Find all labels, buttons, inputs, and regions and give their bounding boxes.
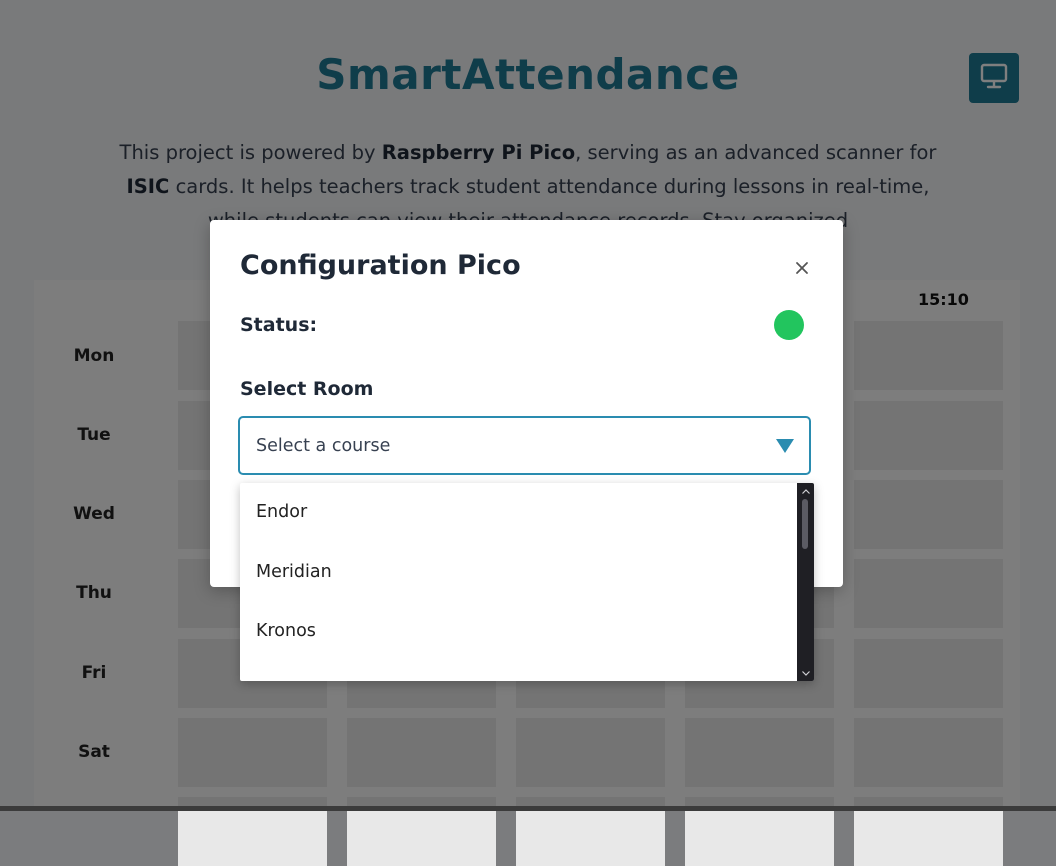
select-room-label: Select Room: [240, 378, 374, 400]
caret-down-icon: [776, 439, 794, 458]
modal-title: Configuration Pico: [240, 250, 521, 281]
dropdown-scrollbar[interactable]: [797, 483, 814, 681]
scroll-down-icon[interactable]: [800, 668, 811, 678]
close-icon: [795, 261, 809, 280]
close-button[interactable]: [790, 258, 814, 282]
dropdown-option-kronos[interactable]: Kronos: [240, 602, 796, 661]
dropdown-option-endor[interactable]: Endor: [240, 483, 796, 542]
bottom-bar: [0, 806, 1056, 811]
scroll-thumb[interactable]: [802, 499, 808, 549]
dropdown-option-meridian[interactable]: Meridian: [240, 543, 796, 602]
dropdown-option-label: Kronos: [256, 621, 316, 641]
dropdown-option-label: Meridian: [256, 562, 332, 582]
room-select[interactable]: Select a course: [238, 416, 811, 475]
scroll-up-icon[interactable]: [800, 486, 811, 496]
status-label: Status:: [240, 314, 318, 336]
dropdown-option-label: Endor: [256, 502, 308, 522]
room-select-value: Select a course: [256, 436, 391, 456]
status-indicator: [774, 310, 804, 340]
room-dropdown-list: Endor Meridian Kronos: [240, 483, 814, 681]
